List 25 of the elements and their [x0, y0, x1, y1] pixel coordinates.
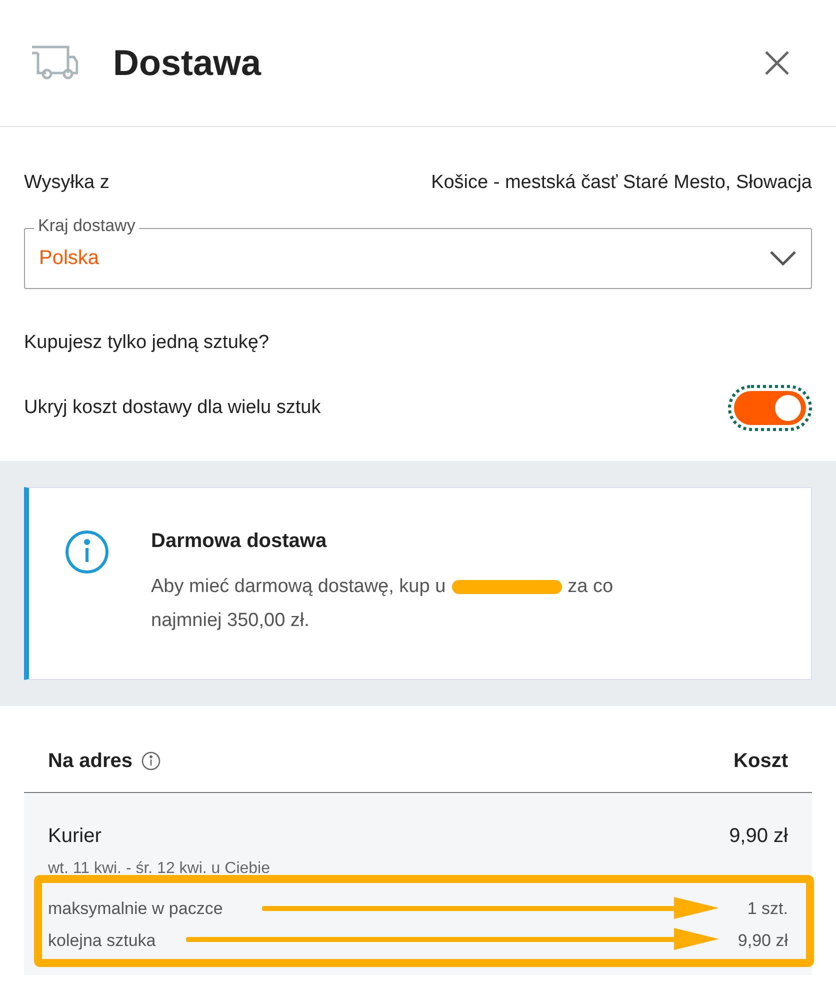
column-header: Koszt: [734, 749, 788, 774]
info-icon: [140, 751, 160, 771]
notice-text: Aby mieć darmową dostawę, kup u: [151, 575, 446, 599]
detail-value: 9,90 zł: [738, 930, 788, 952]
info-icon: [65, 530, 109, 574]
origin-label: Wysyłka z: [24, 171, 110, 195]
detail-label: maksymalnie w paczce: [48, 898, 223, 920]
origin-value: Košice - mestská časť Staré Mesto, Słowacja: [431, 171, 812, 195]
notice-text: za co: [568, 575, 614, 599]
delivery-date: wt. 11 kwi. - śr. 12 kwi. u Ciebie: [48, 859, 271, 879]
detail-value: 1 szt.: [747, 898, 788, 920]
chevron-down-icon: [769, 250, 797, 266]
toggle-label: Ukryj koszt dostawy dla wielu sztuk: [24, 396, 321, 420]
dialog-title: Dostawa: [113, 41, 262, 85]
notice-title: Darmowa dostawa: [151, 529, 328, 554]
question-text: Kupujesz tylko jedną sztukę?: [24, 330, 270, 354]
toggle-switch[interactable]: [734, 391, 806, 425]
notice-text: najmniej 350,00 zł.: [151, 609, 310, 633]
field-value: Polska: [39, 246, 100, 271]
detail-label: kolejna sztuka: [48, 930, 156, 952]
method-name: Kurier: [48, 824, 102, 849]
column-header: Na adres: [48, 749, 132, 774]
truck-icon: [30, 45, 78, 81]
method-price: 9,90 zł: [729, 824, 788, 849]
toggle-knob: [775, 395, 801, 421]
